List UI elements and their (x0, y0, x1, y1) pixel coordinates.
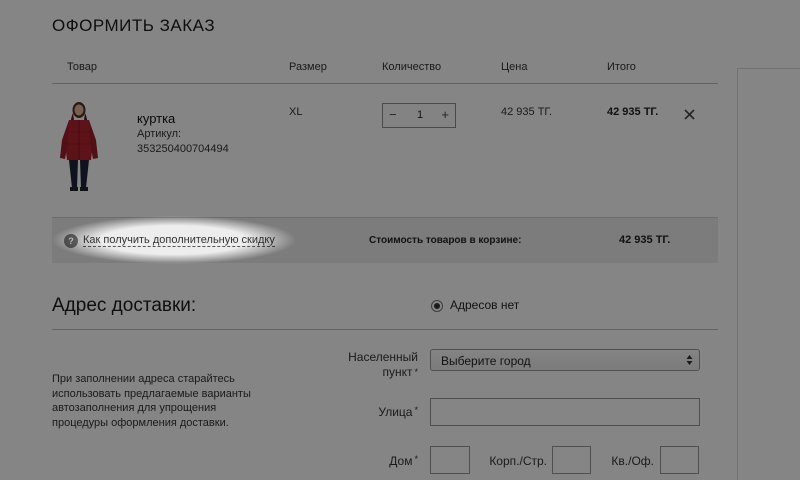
help-icon[interactable]: ? (64, 234, 78, 248)
column-header-product: Товар (67, 61, 97, 73)
line-total: 42 935 ТГ. (607, 106, 659, 118)
street-field-label: Улица * (360, 405, 418, 419)
city-select[interactable]: Выберите город (430, 349, 700, 371)
house-input[interactable] (430, 446, 470, 474)
building-input[interactable] (552, 446, 591, 474)
delivery-address-title: Адрес доставки: (52, 295, 197, 316)
required-mark: * (414, 367, 418, 377)
city-label-line1: Населенный (348, 350, 418, 364)
house-label-text: Дом (389, 454, 413, 468)
city-label-line2: пункт (382, 365, 413, 379)
building-field-label: Корп./Стр. (489, 454, 547, 468)
required-mark: * (414, 405, 418, 415)
column-header-quantity: Количество (382, 61, 442, 73)
no-addresses-label[interactable]: Адресов нет (450, 298, 519, 312)
no-addresses-radio[interactable] (431, 300, 443, 312)
remove-item-icon[interactable] (683, 108, 696, 121)
cart-total-value: 42 935 ТГ. (619, 234, 671, 246)
delivery-divider (52, 329, 718, 330)
required-mark: * (414, 454, 418, 464)
unit-price: 42 935 ТГ. (501, 106, 553, 118)
column-header-price: Цена (501, 61, 528, 73)
article-label: Артикул: (137, 128, 182, 140)
street-label-text: Улица (378, 405, 413, 419)
page-title: ОФОРМИТЬ ЗАКАЗ (52, 16, 216, 35)
city-field-label: Населенный пункт * (340, 350, 418, 380)
apartment-input[interactable] (660, 446, 699, 474)
column-header-size: Размер (289, 61, 327, 73)
apartment-field-label: Кв./Оф. (611, 454, 654, 468)
checkout-page: ОФОРМИТЬ ЗАКАЗ Товар Размер Количество Ц… (0, 0, 800, 480)
address-hint-text: При заполнении адреса старайтесь использ… (52, 373, 251, 429)
house-field-label: Дом * (370, 454, 418, 468)
column-header-total: Итого (607, 61, 636, 73)
order-side-panel (737, 68, 800, 480)
product-name[interactable]: куртка (137, 111, 175, 126)
quantity-increase-button[interactable]: + (441, 107, 449, 122)
product-image[interactable] (56, 100, 102, 195)
street-input[interactable] (430, 398, 700, 426)
select-arrows-icon (686, 355, 693, 365)
table-header-divider (52, 83, 718, 84)
article-number: 353250400704494 (137, 143, 229, 155)
city-select-value: Выберите город (441, 354, 531, 368)
cart-summary-bar: ? Как получить дополнительную скидку Сто… (52, 217, 718, 263)
discount-info-link[interactable]: Как получить дополнительную скидку (83, 234, 275, 247)
quantity-stepper: − 1 + (382, 103, 456, 128)
product-size: XL (289, 106, 303, 118)
cart-total-label: Стоимость товаров в корзине: (369, 235, 522, 246)
